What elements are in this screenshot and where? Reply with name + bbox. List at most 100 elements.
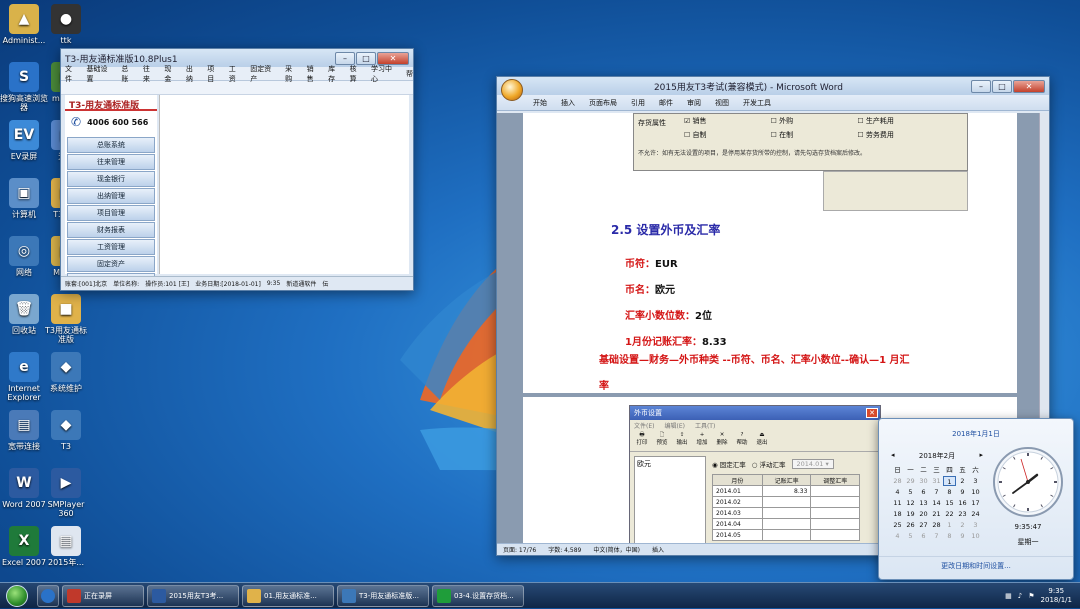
calendar-day[interactable]: 6 — [917, 531, 930, 541]
calendar-day[interactable]: 10 — [969, 531, 982, 541]
menu-item[interactable]: 固定资产 — [250, 64, 277, 84]
table-cell[interactable] — [810, 518, 860, 530]
table-cell[interactable] — [761, 529, 812, 541]
ribbon-tab[interactable]: 视图 — [715, 98, 729, 108]
menu-item[interactable]: 基础设置 — [86, 64, 113, 84]
ribbon-tab[interactable]: 开发工具 — [743, 98, 771, 108]
calendar-day[interactable]: 7 — [930, 531, 943, 541]
t3-nav-item[interactable]: 项目管理 — [67, 205, 155, 221]
t3-nav-item[interactable]: 工资管理 — [67, 239, 155, 255]
menu-item[interactable]: 采购 — [285, 64, 298, 84]
dialog-menu-item[interactable]: 编辑(E) — [664, 421, 684, 430]
menu-item[interactable]: 工资 — [229, 64, 242, 84]
toolbar-button[interactable]: 🖶 打印 — [633, 431, 651, 450]
maximize-button[interactable]: □ — [992, 79, 1012, 93]
calendar-day[interactable]: 31 — [930, 476, 943, 486]
calendar-day[interactable]: 13 — [917, 498, 930, 508]
calendar-day[interactable]: 28 — [930, 520, 943, 530]
calendar-day[interactable]: 23 — [956, 509, 969, 519]
chevron-right-icon[interactable]: ▸ — [979, 451, 983, 461]
table-cell[interactable] — [810, 496, 860, 508]
t3-nav-item[interactable]: 出纳管理 — [67, 188, 155, 204]
menu-item[interactable]: 现金 — [164, 64, 177, 84]
menu-item[interactable]: 总账 — [121, 64, 134, 84]
calendar-day[interactable]: 29 — [904, 476, 917, 486]
calendar-day[interactable]: 20 — [917, 509, 930, 519]
calendar-day[interactable]: 18 — [891, 509, 904, 519]
menu-item[interactable]: 出纳 — [186, 64, 199, 84]
calendar-day[interactable]: 2 — [956, 476, 969, 486]
table-cell[interactable] — [810, 529, 860, 541]
word-titlebar[interactable]: 2015用友T3考试(兼容模式) - Microsoft Word – □ ✕ — [497, 77, 1049, 95]
calendar-day[interactable]: 4 — [891, 531, 904, 541]
desktop-icon[interactable]: ● ttk — [42, 4, 90, 45]
currency-dialog[interactable]: 外币设置 ✕ 文件(E) 编辑(E) 工具(T) 🖶 打印 🗋 预览 ⇪ 输出 + 增加 ✕ 删除? 帮… — [629, 405, 881, 543]
year-select[interactable]: 2014.01 ▾ — [791, 459, 834, 469]
calendar-header-date[interactable]: 2018年1月1日 — [879, 429, 1073, 439]
taskbar-item[interactable]: 2015用友T3考... — [147, 584, 239, 607]
toolbar-button[interactable]: ⏏ 退出 — [753, 431, 771, 450]
toolbar-button[interactable]: ? 帮助 — [733, 431, 751, 450]
currency-list-item[interactable]: 欧元 — [637, 460, 651, 468]
table-cell[interactable]: 8.33 — [761, 485, 812, 497]
calendar-day[interactable]: 8 — [943, 531, 956, 541]
ribbon-tab[interactable]: 引用 — [631, 98, 645, 108]
calendar-day[interactable]: 5 — [904, 487, 917, 497]
office-button[interactable] — [501, 79, 523, 101]
desktop-icon[interactable]: ◎ 网络 — [0, 236, 48, 277]
change-datetime-link[interactable]: 更改日期和时间设置... — [879, 556, 1073, 571]
calendar-day[interactable]: 17 — [969, 498, 982, 508]
radio-float-rate[interactable]: ○ 浮动汇率 — [752, 459, 786, 469]
toolbar-button[interactable]: ⇪ 输出 — [673, 431, 691, 450]
desktop-icon[interactable]: 🗑 回收站 — [0, 294, 48, 335]
table-cell[interactable] — [761, 507, 812, 519]
dialog-menu-item[interactable]: 文件(E) — [634, 421, 654, 430]
toolbar-button[interactable]: ✕ 删除 — [713, 431, 731, 450]
calendar-day[interactable]: 1 — [943, 476, 956, 486]
calendar-day[interactable]: 3 — [969, 476, 982, 486]
t3-window[interactable]: T3-用友通标准版10.8Plus1 – □ ✕ 文件 基础设置 总账 往来 现金 出纳项… — [60, 48, 414, 291]
calendar-day[interactable]: 1 — [943, 520, 956, 530]
close-icon[interactable]: ✕ — [866, 408, 878, 418]
close-button[interactable]: ✕ — [1013, 79, 1045, 93]
calendar-day[interactable]: 6 — [917, 487, 930, 497]
ribbon-tab[interactable]: 审阅 — [687, 98, 701, 108]
taskbar-item[interactable]: 01.用友通标准... — [242, 584, 334, 607]
t3-nav-item[interactable]: 财务报表 — [67, 222, 155, 238]
ribbon-tab[interactable]: 邮件 — [659, 98, 673, 108]
calendar-day[interactable]: 25 — [891, 520, 904, 530]
calendar-day[interactable]: 2 — [956, 520, 969, 530]
toolbar-button[interactable]: + 增加 — [693, 431, 711, 450]
calendar-day[interactable]: 9 — [956, 531, 969, 541]
desktop-icon[interactable]: ■ T3用友通标准版 — [42, 294, 90, 344]
menu-item[interactable]: 核算 — [350, 64, 363, 84]
desktop-icon[interactable]: ▤ 2015年... — [42, 526, 90, 567]
calendar-day[interactable]: 24 — [969, 509, 982, 519]
calendar-day[interactable]: 16 — [956, 498, 969, 508]
flag-icon[interactable]: ⚑ — [1028, 592, 1034, 600]
t3-nav-item[interactable]: 固定资产 — [67, 256, 155, 272]
desktop-icon[interactable]: ▣ 计算机 — [0, 178, 48, 219]
menu-item[interactable]: 学习中心 — [371, 64, 398, 84]
table-cell[interactable] — [810, 485, 860, 497]
desktop-icon[interactable]: ▲ Administ... — [0, 4, 48, 45]
network-icon[interactable]: ▦ — [1005, 592, 1012, 600]
desktop-icon[interactable]: ▶ SMPlayer 360 — [42, 468, 90, 518]
t3-nav-item[interactable]: 现金银行 — [67, 171, 155, 187]
calendar-day[interactable]: 3 — [969, 520, 982, 530]
desktop-icon[interactable]: EV EV录屏 — [0, 120, 48, 161]
dialog-menu-item[interactable]: 工具(T) — [695, 421, 715, 430]
desktop-icon[interactable]: ◆ T3 — [42, 410, 90, 451]
calendar-day[interactable]: 26 — [904, 520, 917, 530]
start-button[interactable] — [0, 583, 34, 609]
table-cell[interactable] — [761, 518, 812, 530]
ribbon-tab[interactable]: 页面布局 — [589, 98, 617, 108]
table-cell[interactable] — [761, 496, 812, 508]
t3-nav-item[interactable]: 往来管理 — [67, 154, 155, 170]
calendar-day[interactable]: 10 — [969, 487, 982, 497]
volume-icon[interactable]: ♪ — [1018, 592, 1022, 600]
taskbar-item[interactable]: 03-4.设置存货档... — [432, 584, 524, 607]
radio-fixed-rate[interactable]: ◉ 固定汇率 — [712, 459, 746, 469]
calendar-day[interactable]: 4 — [891, 487, 904, 497]
desktop-icon[interactable]: e Internet Explorer — [0, 352, 48, 402]
